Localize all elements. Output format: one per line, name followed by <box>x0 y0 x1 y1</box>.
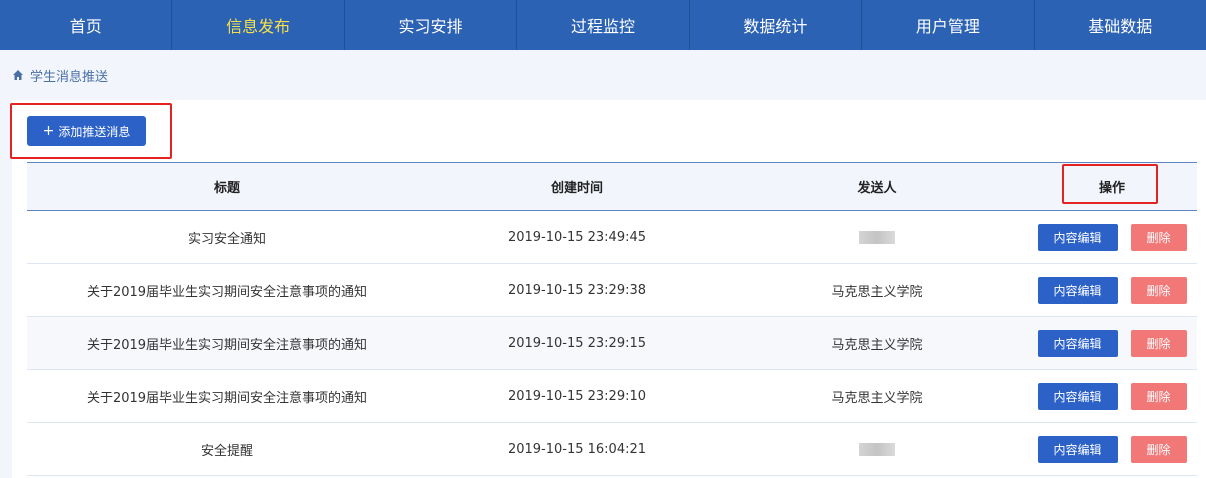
edit-content-button[interactable]: 内容编辑 <box>1037 329 1118 357</box>
cell-title: 关于2019届毕业生实习期间安全注意事项的通知 <box>86 390 368 406</box>
cell-title: 关于2019届毕业生实习期间安全注意事项的通知 <box>86 284 368 300</box>
home-icon <box>13 70 23 80</box>
nav-item-monitoring[interactable]: 过程监控 <box>517 0 690 50</box>
cell-actions: 内容编辑 删除 <box>1027 370 1197 423</box>
blurred-sender <box>859 442 895 456</box>
cell-created: 2019-10-15 23:29:38 <box>507 282 647 298</box>
header-sender: 发送人 <box>857 181 897 196</box>
header-actions: 操作 <box>1098 181 1125 196</box>
edit-content-button[interactable]: 内容编辑 <box>1037 435 1118 463</box>
nav-item-internship[interactable]: 实习安排 <box>345 0 518 50</box>
cell-title: 安全提醒 <box>200 443 253 459</box>
cell-title: 关于2019届毕业生实习期间安全注意事项的通知 <box>86 337 368 353</box>
breadcrumb: 学生消息推送 <box>12 62 108 88</box>
delete-button[interactable]: 删除 <box>1130 329 1187 357</box>
nav-item-base-data[interactable]: 基础数据 <box>1035 0 1206 50</box>
cell-actions: 内容编辑 删除 <box>1027 211 1197 264</box>
cell-actions: 内容编辑 删除 <box>1027 317 1197 370</box>
cell-sender: 马克思主义学院 <box>831 284 923 300</box>
edit-content-button[interactable]: 内容编辑 <box>1037 223 1118 251</box>
table-header: 标题 创建时间 发送人 操作 <box>27 162 1197 211</box>
delete-button[interactable]: 删除 <box>1130 382 1187 410</box>
nav-item-users[interactable]: 用户管理 <box>862 0 1035 50</box>
cell-created: 2019-10-15 23:29:15 <box>507 335 647 351</box>
cell-sender: 马克思主义学院 <box>831 390 923 406</box>
delete-button[interactable]: 删除 <box>1130 435 1187 463</box>
nav-item-statistics[interactable]: 数据统计 <box>690 0 863 50</box>
cell-created: 2019-10-15 23:49:45 <box>507 229 647 245</box>
edit-content-button[interactable]: 内容编辑 <box>1037 382 1118 410</box>
cell-sender: 马克思主义学院 <box>831 337 923 353</box>
delete-button[interactable]: 删除 <box>1130 223 1187 251</box>
header-title: 标题 <box>213 181 240 196</box>
top-nav: 首页 信息发布 实习安排 过程监控 数据统计 用户管理 基础数据 <box>0 0 1206 50</box>
table-row: 安全提醒 2019-10-15 16:04:21 内容编辑 删除 <box>27 423 1197 476</box>
cell-actions: 内容编辑 删除 <box>1027 423 1197 476</box>
cell-sender <box>727 211 1027 264</box>
nav-item-info-publish[interactable]: 信息发布 <box>172 0 345 50</box>
table-row: 实习安全通知 2019-10-15 23:49:45 内容编辑 删除 <box>27 211 1197 264</box>
cell-sender <box>727 423 1027 476</box>
nav-item-home[interactable]: 首页 <box>0 0 173 50</box>
delete-button[interactable]: 删除 <box>1130 276 1187 304</box>
add-push-message-button[interactable]: + 添加推送消息 <box>27 116 146 146</box>
table-row: 关于2019届毕业生实习期间安全注意事项的通知 2019-10-15 23:29… <box>27 316 1197 370</box>
message-table: 标题 创建时间 发送人 操作 实习安全通知 2019-10-15 23:49:4… <box>27 162 1197 476</box>
table-row: 关于2019届毕业生实习期间安全注意事项的通知 2019-10-15 23:29… <box>27 370 1197 423</box>
breadcrumb-label[interactable]: 学生消息推送 <box>30 66 108 85</box>
edit-content-button[interactable]: 内容编辑 <box>1037 276 1118 304</box>
cell-created: 2019-10-15 23:29:10 <box>507 388 647 404</box>
cell-actions: 内容编辑 删除 <box>1027 264 1197 317</box>
header-created: 创建时间 <box>550 181 603 196</box>
cell-created: 2019-10-15 16:04:21 <box>507 441 647 457</box>
cell-title: 实习安全通知 <box>187 231 266 247</box>
plus-icon: + <box>42 123 55 139</box>
table-row: 关于2019届毕业生实习期间安全注意事项的通知 2019-10-15 23:29… <box>27 264 1197 317</box>
blurred-sender <box>859 230 895 244</box>
add-push-message-label: 添加推送消息 <box>58 124 131 139</box>
